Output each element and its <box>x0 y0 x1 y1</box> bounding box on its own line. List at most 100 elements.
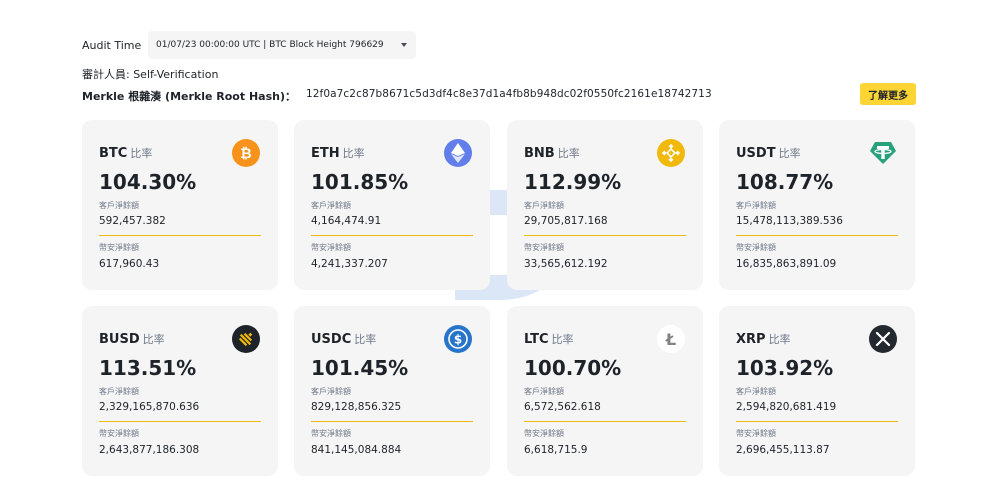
divider <box>736 235 898 236</box>
audit-time-select[interactable]: 01/07/23 00:00:00 UTC | BTC Block Height… <box>148 31 416 59</box>
reserve-ratio: 100.70% <box>524 356 622 380</box>
card-title: USDC 比率 <box>311 331 376 347</box>
merkle-root-hash: 12f0a7c2c87b8671c5d3df4c8e37d1a4fb8b948d… <box>305 88 712 100</box>
exchange-balance-value: 841,145,084.884 <box>311 444 402 456</box>
customer-balance-value: 829,128,856.325 <box>311 401 402 413</box>
card-title: LTC 比率 <box>524 331 574 347</box>
exchange-balance-value: 33,565,612.192 <box>524 258 608 270</box>
ratio-word: 比率 <box>778 147 801 160</box>
card-title: BTC 比率 <box>99 145 152 161</box>
reserve-ratio: 103.92% <box>736 356 834 380</box>
reserve-card-btc: BTC 比率 ₿ 104.30% 客戶淨餘額 592,457.382 幣安淨餘額 … <box>82 120 278 290</box>
bitcoin-icon: ₿ <box>232 139 260 167</box>
divider <box>311 421 473 422</box>
coin-symbol: BNB <box>524 146 555 161</box>
reserve-card-bnb: BNB 比率 112.99% 客戶淨餘額 29,705,817.168 幣安淨餘額… <box>507 120 703 290</box>
litecoin-icon: Ł <box>657 325 685 353</box>
svg-text:₿: ₿ <box>240 146 251 161</box>
ratio-word: 比率 <box>130 147 153 160</box>
svg-text:Ł: Ł <box>665 330 676 348</box>
merkle-root-label: Merkle 根雜湊 (Merkle Root Hash)： <box>82 90 296 103</box>
audit-time-row: Audit Time 01/07/23 00:00:00 UTC | BTC B… <box>82 30 416 60</box>
proof-of-reserves-page: Audit Time 01/07/23 00:00:00 UTC | BTC B… <box>0 0 1000 500</box>
tether-icon <box>869 139 897 167</box>
reserve-card-busd: BUSD 比率 113.51% 客戶淨餘額 2,329,165,870.636 幣… <box>82 306 278 476</box>
customer-balance-value: 6,572,562.618 <box>524 401 601 413</box>
audit-time-label: Audit Time <box>82 38 142 52</box>
coin-symbol: ETH <box>311 146 340 161</box>
audit-time-value: 01/07/23 00:00:00 UTC | BTC Block Height… <box>156 40 384 50</box>
exchange-balance-label: 幣安淨餘額 <box>311 429 351 438</box>
ratio-word: 比率 <box>342 147 365 160</box>
customer-balance-label: 客戶淨餘額 <box>311 387 351 396</box>
coin-symbol: USDC <box>311 332 352 347</box>
customer-balance-value: 29,705,817.168 <box>524 215 608 227</box>
exchange-balance-label: 幣安淨餘額 <box>311 243 351 252</box>
customer-balance-label: 客戶淨餘額 <box>736 387 776 396</box>
reserve-card-usdc: USDC 比率 $ 101.45% 客戶淨餘額 829,128,856.325 幣… <box>294 306 490 476</box>
coin-symbol: BTC <box>99 146 128 161</box>
exchange-balance-value: 6,618,715.9 <box>524 444 588 456</box>
reserve-card-eth: ETH 比率 101.85% 客戶淨餘額 4,164,474.91 幣安淨餘額 4… <box>294 120 490 290</box>
ratio-word: 比率 <box>354 333 377 346</box>
exchange-balance-value: 2,643,877,186.308 <box>99 444 200 456</box>
reserve-ratio: 104.30% <box>99 170 197 194</box>
exchange-balance-value: 4,241,337.207 <box>311 258 388 270</box>
exchange-balance-value: 16,835,863,891.09 <box>736 258 837 270</box>
learn-more-button[interactable]: 了解更多 <box>860 83 916 105</box>
merkle-root-row: Merkle 根雜湊 (Merkle Root Hash)： 12f0a7c2c… <box>82 88 712 104</box>
customer-balance-label: 客戶淨餘額 <box>524 201 564 210</box>
divider <box>99 421 261 422</box>
customer-balance-value: 2,329,165,870.636 <box>99 401 200 413</box>
coin-symbol: LTC <box>524 332 549 347</box>
customer-balance-value: 15,478,113,389.536 <box>736 215 843 227</box>
ethereum-icon <box>444 139 472 167</box>
coin-symbol: BUSD <box>99 332 140 347</box>
reserve-ratio: 113.51% <box>99 356 197 380</box>
divider <box>524 421 686 422</box>
reserve-ratio: 112.99% <box>524 170 622 194</box>
divider <box>524 235 686 236</box>
customer-balance-label: 客戶淨餘額 <box>99 201 139 210</box>
card-title: ETH 比率 <box>311 145 365 161</box>
reserve-ratio: 101.45% <box>311 356 409 380</box>
customer-balance-label: 客戶淨餘額 <box>311 201 351 210</box>
ratio-word: 比率 <box>768 333 791 346</box>
ratio-word: 比率 <box>551 333 574 346</box>
divider <box>99 235 261 236</box>
card-title: BNB 比率 <box>524 145 580 161</box>
coin-symbol: XRP <box>736 332 766 347</box>
exchange-balance-label: 幣安淨餘額 <box>524 243 564 252</box>
exchange-balance-label: 幣安淨餘額 <box>524 429 564 438</box>
exchange-balance-value: 2,696,455,113.87 <box>736 444 830 456</box>
divider <box>311 235 473 236</box>
exchange-balance-label: 幣安淨餘額 <box>99 243 139 252</box>
bnb-icon <box>657 139 685 167</box>
busd-icon <box>232 325 260 353</box>
customer-balance-value: 4,164,474.91 <box>311 215 382 227</box>
caret-down-icon <box>401 43 407 47</box>
coin-symbol: USDT <box>736 146 776 161</box>
exchange-balance-label: 幣安淨餘額 <box>99 429 139 438</box>
exchange-balance-label: 幣安淨餘額 <box>736 243 776 252</box>
exchange-balance-value: 617,960.43 <box>99 258 160 270</box>
customer-balance-value: 2,594,820,681.419 <box>736 401 837 413</box>
svg-text:$: $ <box>454 333 462 347</box>
reserve-ratio: 101.85% <box>311 170 409 194</box>
card-title: XRP 比率 <box>736 331 791 347</box>
card-title: USDT 比率 <box>736 145 801 161</box>
customer-balance-value: 592,457.382 <box>99 215 166 227</box>
exchange-balance-label: 幣安淨餘額 <box>736 429 776 438</box>
customer-balance-label: 客戶淨餘額 <box>736 201 776 210</box>
reserve-card-ltc: LTC 比率 Ł 100.70% 客戶淨餘額 6,572,562.618 幣安淨餘… <box>507 306 703 476</box>
reserve-card-usdt: USDT 比率 108.77% 客戶淨餘額 15,478,113,389.536 … <box>719 120 915 290</box>
ratio-word: 比率 <box>142 333 165 346</box>
xrp-icon <box>869 325 897 353</box>
customer-balance-label: 客戶淨餘額 <box>99 387 139 396</box>
card-title: BUSD 比率 <box>99 331 165 347</box>
customer-balance-label: 客戶淨餘額 <box>524 387 564 396</box>
divider <box>736 421 898 422</box>
reserve-card-xrp: XRP 比率 103.92% 客戶淨餘額 2,594,820,681.419 幣安… <box>719 306 915 476</box>
usdc-icon: $ <box>444 325 472 353</box>
reserve-ratio: 108.77% <box>736 170 834 194</box>
